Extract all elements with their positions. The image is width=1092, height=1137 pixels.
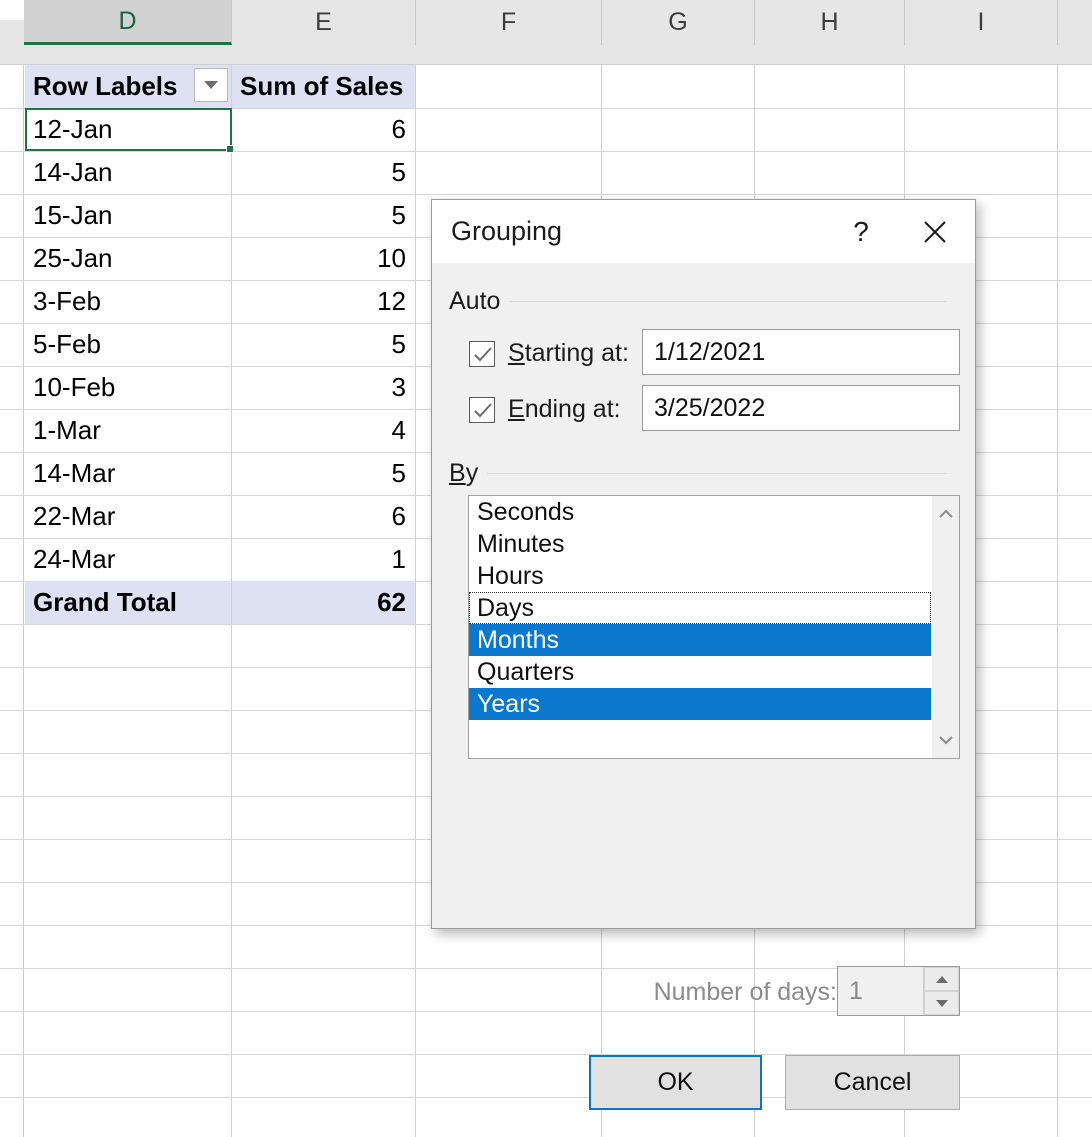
cancel-button[interactable]: Cancel	[785, 1055, 960, 1110]
pivot-row-label[interactable]: 14-Jan	[25, 151, 231, 194]
help-icon[interactable]: ?	[843, 214, 879, 250]
by-group-header: By	[449, 459, 959, 488]
ending-at-checkbox-row[interactable]: Ending at:	[469, 395, 621, 424]
pivot-row-label[interactable]: 24-Mar	[25, 538, 231, 581]
pivot-row-value[interactable]: 6	[232, 108, 415, 151]
column-header-j[interactable]	[1058, 0, 1092, 45]
by-accelerator: B	[449, 459, 466, 487]
column-header-d[interactable]: D	[24, 0, 232, 45]
ending-at-label-rest: nding at:	[524, 395, 621, 423]
starting-at-checkbox[interactable]	[469, 340, 495, 367]
pivot-row-label[interactable]: 25-Jan	[25, 237, 231, 280]
group-by-option-seconds[interactable]: Seconds	[469, 496, 931, 528]
pivot-row-label[interactable]: 12-Jan	[25, 108, 231, 151]
by-group-label: By	[449, 459, 487, 488]
starting-at-input[interactable]: 1/12/2021	[642, 329, 960, 375]
pivot-header-sum-of-sales[interactable]: Sum of Sales	[232, 65, 415, 108]
starting-at-accelerator: S	[508, 339, 525, 367]
pivot-row-value[interactable]: 6	[232, 495, 415, 538]
group-by-option-years[interactable]: Years	[469, 688, 931, 720]
pivot-row-label[interactable]: 22-Mar	[25, 495, 231, 538]
number-of-days-value[interactable]: 1	[838, 967, 923, 1015]
pivot-row-label[interactable]: 15-Jan	[25, 194, 231, 237]
pivot-row-label[interactable]: 1-Mar	[25, 409, 231, 452]
group-by-option-days[interactable]: Days	[469, 592, 931, 624]
column-header-f[interactable]: F	[416, 0, 602, 45]
pivot-row-value[interactable]: 5	[232, 452, 415, 495]
by-group-label-rest: y	[465, 459, 479, 487]
pivot-grand-total-value[interactable]: 62	[232, 581, 415, 624]
group-by-listbox[interactable]: Seconds Minutes Hours Days Months Quarters Yea…	[468, 495, 960, 759]
pivot-row-label[interactable]: 3-Feb	[25, 280, 231, 323]
column-header-h[interactable]: H	[755, 0, 905, 45]
starting-at-label: Starting at:	[508, 339, 629, 368]
group-by-option-quarters[interactable]: Quarters	[469, 656, 931, 688]
ok-button[interactable]: OK	[589, 1055, 762, 1110]
auto-group-rule	[509, 301, 947, 302]
filter-dropdown-icon[interactable]	[194, 68, 228, 102]
pivot-row-value[interactable]: 5	[232, 151, 415, 194]
gridline-v-i-j	[1057, 65, 1058, 1137]
pivot-row-value[interactable]: 10	[232, 237, 415, 280]
column-header-e[interactable]: E	[232, 0, 416, 45]
dialog-title-bar: Grouping ?	[432, 200, 975, 263]
fill-handle[interactable]	[226, 145, 234, 153]
column-header-g[interactable]: G	[602, 0, 755, 45]
group-by-option-months[interactable]: Months	[469, 624, 931, 656]
ending-at-label: Ending at:	[508, 395, 621, 424]
column-header-i[interactable]: I	[905, 0, 1058, 45]
chevron-down-icon	[204, 81, 218, 89]
group-by-option-minutes[interactable]: Minutes	[469, 528, 931, 560]
pivot-grand-total-label[interactable]: Grand Total	[25, 581, 231, 624]
spinner-up-icon[interactable]	[924, 967, 959, 991]
pivot-row-label[interactable]: 5-Feb	[25, 323, 231, 366]
group-by-option-hours[interactable]: Hours	[469, 560, 931, 592]
auto-group-header: Auto	[449, 287, 959, 316]
number-of-days-stepper[interactable]: 1	[837, 966, 960, 1016]
pivot-row-value[interactable]: 1	[232, 538, 415, 581]
chevron-down-icon[interactable]	[932, 726, 959, 754]
starting-at-checkbox-row[interactable]: Starting at:	[469, 339, 629, 368]
row-number-gutter	[0, 65, 24, 1137]
pivot-row-value[interactable]: 12	[232, 280, 415, 323]
grouping-dialog: Grouping ? Auto Starting at: 1/12/2021 E…	[431, 199, 976, 1110]
auto-group-label: Auto	[449, 287, 501, 315]
number-of-days-label: Number of days:	[653, 978, 837, 1006]
ending-at-input[interactable]: 3/25/2022	[642, 385, 960, 431]
close-icon[interactable]	[915, 212, 955, 252]
pivot-row-label[interactable]: 10-Feb	[25, 366, 231, 409]
pivot-row-value[interactable]: 4	[232, 409, 415, 452]
ending-at-checkbox[interactable]	[469, 396, 495, 423]
listbox-scrollbar[interactable]	[931, 496, 959, 758]
pivot-row-value[interactable]: 5	[232, 323, 415, 366]
chevron-up-icon[interactable]	[932, 500, 959, 528]
ending-at-accelerator: E	[508, 395, 525, 423]
group-by-list[interactable]: Seconds Minutes Hours Days Months Quarters Yea…	[469, 496, 931, 758]
number-of-days-buttons[interactable]	[923, 967, 959, 1015]
by-group-rule	[487, 473, 947, 474]
dialog-title: Grouping	[451, 216, 563, 246]
pivot-row-value[interactable]: 5	[232, 194, 415, 237]
spinner-down-icon[interactable]	[924, 991, 959, 1015]
starting-at-label-rest: tarting at:	[524, 339, 629, 367]
pivot-row-label[interactable]: 14-Mar	[25, 452, 231, 495]
pivot-row-value[interactable]: 3	[232, 366, 415, 409]
gridline-v-e-f	[415, 65, 416, 1137]
